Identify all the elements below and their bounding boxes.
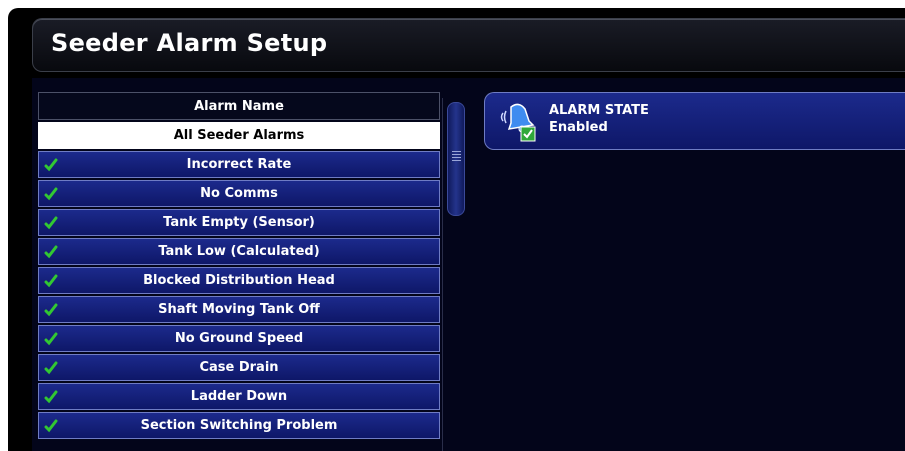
- list-item[interactable]: Case Drain: [38, 354, 440, 381]
- content-area: Alarm Name All Seeder Alarms Incorrect Ra…: [32, 78, 905, 451]
- checkmark-icon: [44, 332, 58, 346]
- checkmark-icon: [44, 390, 58, 404]
- list-item-label: All Seeder Alarms: [173, 128, 305, 143]
- list-item[interactable]: Tank Low (Calculated): [38, 238, 440, 265]
- list-item-label: Section Switching Problem: [140, 418, 338, 433]
- list-item-label: Blocked Distribution Head: [143, 273, 335, 288]
- bell-enabled-icon: [497, 99, 541, 143]
- list-item[interactable]: Tank Empty (Sensor): [38, 209, 440, 236]
- checkmark-icon: [44, 361, 58, 375]
- alarm-list: Alarm Name All Seeder Alarms Incorrect Ra…: [38, 92, 440, 439]
- list-item-label: Tank Empty (Sensor): [163, 215, 315, 230]
- list-item-label: Ladder Down: [190, 389, 288, 404]
- list-item-label: Tank Low (Calculated): [158, 244, 320, 259]
- checkmark-icon: [44, 274, 58, 288]
- alarm-state-label: ALARM STATE: [549, 103, 649, 118]
- list-scrollbar[interactable]: [442, 98, 469, 451]
- title-bar: Seeder Alarm Setup: [32, 18, 905, 72]
- list-item[interactable]: Incorrect Rate: [38, 151, 440, 178]
- list-item-label: No Comms: [200, 186, 278, 201]
- list-item-label: Incorrect Rate: [186, 157, 292, 172]
- checkmark-icon: [44, 158, 58, 172]
- grip-icon: [452, 151, 461, 163]
- alarm-list-rows: All Seeder Alarms Incorrect Rate No Comms T…: [38, 122, 440, 439]
- screen: Seeder Alarm Setup Alarm Name All Seeder…: [8, 8, 905, 451]
- checkmark-icon: [44, 303, 58, 317]
- list-item[interactable]: Shaft Moving Tank Off: [38, 296, 440, 323]
- alarm-list-header: Alarm Name: [38, 92, 440, 120]
- list-item[interactable]: No Comms: [38, 180, 440, 207]
- alarm-state-value: Enabled: [549, 120, 608, 135]
- list-item-label: No Ground Speed: [174, 331, 304, 346]
- checkmark-icon: [44, 245, 58, 259]
- alarm-state-button[interactable]: ALARM STATE Enabled: [484, 92, 905, 150]
- checkmark-icon: [44, 187, 58, 201]
- list-item[interactable]: Ladder Down: [38, 383, 440, 410]
- scroll-thumb[interactable]: [447, 102, 465, 216]
- list-item[interactable]: No Ground Speed: [38, 325, 440, 352]
- checkmark-icon: [44, 216, 58, 230]
- list-item-label: Shaft Moving Tank Off: [158, 302, 320, 317]
- checkmark-icon: [44, 419, 58, 433]
- page-title: Seeder Alarm Setup: [51, 29, 328, 57]
- list-item[interactable]: Blocked Distribution Head: [38, 267, 440, 294]
- list-item[interactable]: Section Switching Problem: [38, 412, 440, 439]
- list-item-label: Case Drain: [199, 360, 279, 375]
- list-item[interactable]: All Seeder Alarms: [38, 122, 440, 149]
